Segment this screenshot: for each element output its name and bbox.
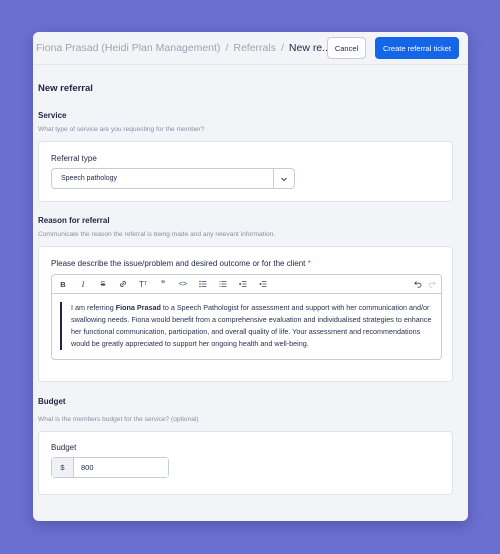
chevron-down-icon[interactable] (273, 169, 294, 188)
reason-text-member-name: Fiona Prasad (115, 303, 161, 312)
budget-card: Budget $ 800 (38, 431, 453, 495)
breadcrumb-referrals[interactable]: Referrals (233, 42, 276, 54)
breadcrumb-separator: / (280, 42, 284, 54)
undo-icon[interactable] (413, 279, 423, 289)
page-title: New referral (38, 83, 93, 94)
link-icon[interactable] (118, 279, 128, 289)
bullet-list-icon[interactable] (198, 279, 208, 289)
indent-icon[interactable] (258, 279, 268, 289)
referral-type-select[interactable]: Speech pathology (51, 168, 295, 189)
required-marker: * (307, 259, 311, 268)
budget-value[interactable]: 800 (74, 458, 168, 477)
strikethrough-icon[interactable]: S (98, 279, 108, 289)
header-bar: Fiona Prasad (Heidi Plan Management) / R… (33, 32, 468, 65)
breadcrumb-current: New re... (288, 42, 331, 54)
quote-icon[interactable]: ” (158, 279, 168, 289)
service-section-description: What type of service are you requesting … (38, 126, 205, 133)
redo-icon[interactable] (427, 279, 437, 289)
referral-window: Fiona Prasad (Heidi Plan Management) / R… (33, 32, 468, 521)
service-section-title: Service (38, 111, 67, 120)
currency-prefix: $ (52, 458, 74, 477)
budget-section-title: Budget (38, 397, 66, 406)
breadcrumb-member[interactable]: Fiona Prasad (Heidi Plan Management) (36, 42, 220, 54)
reason-card: Please describe the issue/problem and de… (38, 246, 453, 382)
reason-field-label-text: Please describe the issue/problem and de… (51, 259, 306, 268)
budget-section-description: What is the members budget for the servi… (38, 416, 199, 423)
numbered-list-icon[interactable] (218, 279, 228, 289)
code-icon[interactable]: <> (178, 279, 188, 289)
outdent-icon[interactable] (238, 279, 248, 289)
budget-field-label: Budget (51, 443, 77, 452)
reason-text-before: I am referring (71, 303, 116, 312)
referral-type-label: Referral type (51, 154, 97, 163)
form-content: New referral Service What type of servic… (33, 83, 468, 495)
reason-blockquote: I am referring Fiona Prasad to a Speech … (60, 302, 433, 350)
create-referral-button[interactable]: Create referral ticket (375, 37, 459, 59)
reason-section-title: Reason for referral (38, 216, 110, 225)
text-size-icon[interactable]: TT (138, 279, 148, 289)
cancel-button[interactable]: Cancel (327, 37, 366, 59)
rich-text-editor[interactable]: B I S TT ” <> I am referring Fiona Prasa… (51, 274, 442, 360)
bold-icon[interactable]: B (58, 279, 68, 289)
reason-section-description: Communicate the reason the referral is b… (38, 231, 276, 238)
italic-icon[interactable]: I (78, 279, 88, 289)
referral-type-value: Speech pathology (61, 175, 118, 182)
service-card: Referral type Speech pathology (38, 141, 453, 202)
editor-body[interactable]: I am referring Fiona Prasad to a Speech … (52, 294, 441, 359)
editor-toolbar: B I S TT ” <> (52, 275, 441, 294)
reason-field-label: Please describe the issue/problem and de… (51, 259, 440, 268)
budget-input[interactable]: $ 800 (51, 457, 169, 478)
breadcrumb-separator: / (225, 42, 229, 54)
